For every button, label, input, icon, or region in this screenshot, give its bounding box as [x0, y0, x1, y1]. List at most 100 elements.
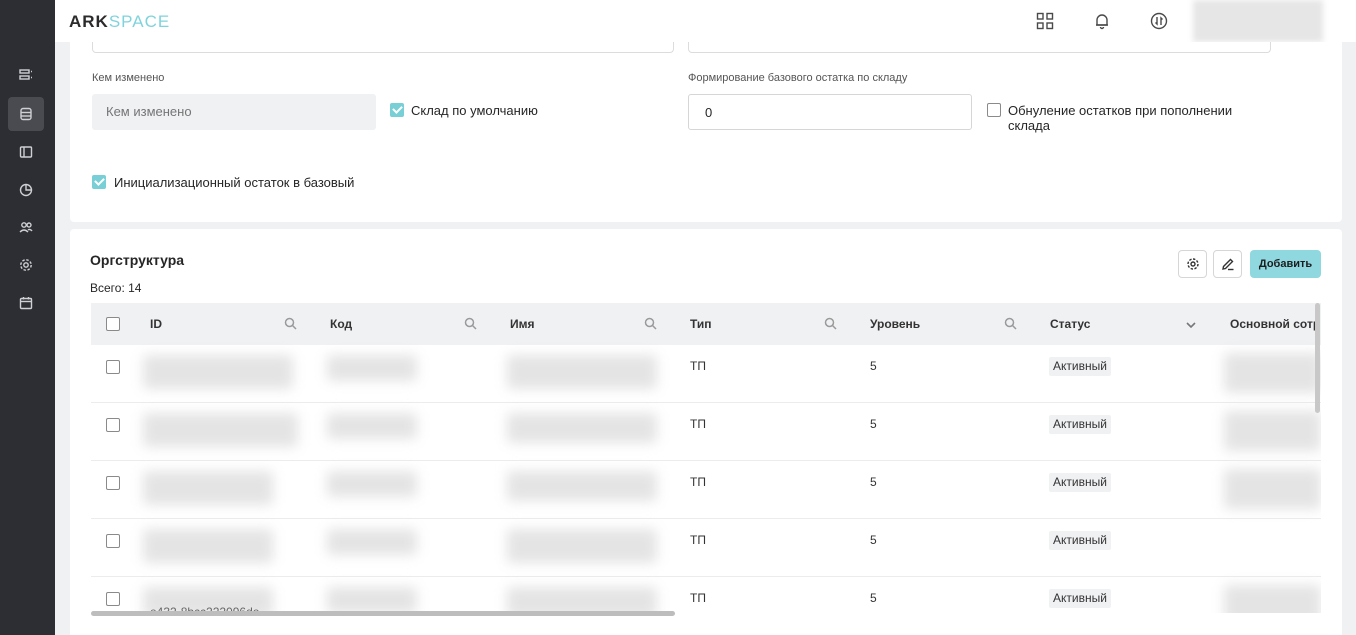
database-icon [20, 107, 32, 121]
total-count: Всего: 14 [90, 281, 142, 295]
cell-type: ТП [690, 417, 706, 431]
column-header-code[interactable]: Код [330, 303, 352, 345]
table-header: ID Код Имя Тип Уровень Статус Основной с… [91, 303, 1321, 345]
pencil-icon [1221, 258, 1233, 271]
gear-icon [20, 259, 32, 271]
table-row[interactable]: ТП 5 Активный [91, 577, 1321, 613]
orgstructure-table: ID Код Имя Тип Уровень Статус Основной с… [91, 303, 1321, 613]
status-badge: Активный [1049, 473, 1111, 492]
search-icon[interactable] [1004, 317, 1017, 330]
sync-icon [1150, 12, 1168, 30]
redacted-name [507, 413, 657, 443]
changed-by-input[interactable] [92, 94, 376, 130]
sidebar-item-layout[interactable] [8, 135, 44, 169]
select-all-checkbox[interactable] [106, 317, 120, 331]
cell-level: 5 [870, 417, 877, 431]
column-header-type[interactable]: Тип [690, 303, 712, 345]
redacted-id [143, 355, 293, 389]
row-checkbox[interactable] [106, 592, 120, 606]
reset-balance-label: Обнуление остатков при пополнении склада [1008, 103, 1233, 133]
cell-level: 5 [870, 359, 877, 373]
redacted-code [327, 413, 417, 439]
table-settings-button[interactable] [1178, 250, 1207, 278]
status-badge: Активный [1049, 589, 1111, 608]
edit-button[interactable] [1213, 250, 1242, 278]
sidebar-item-reports[interactable] [8, 173, 44, 207]
init-balance-checkbox[interactable] [92, 175, 106, 189]
default-warehouse-checkbox[interactable] [390, 103, 404, 117]
cell-level: 5 [870, 475, 877, 489]
users-icon [19, 222, 33, 233]
section-title: Оргструктура [90, 252, 185, 268]
status-badge: Активный [1049, 415, 1111, 434]
column-header-level[interactable]: Уровень [870, 303, 920, 345]
notifications-button[interactable] [1092, 11, 1112, 31]
sidebar-item-list[interactable] [8, 58, 44, 92]
search-icon[interactable] [824, 317, 837, 330]
column-header-name[interactable]: Имя [510, 303, 535, 345]
column-header-status[interactable]: Статус [1050, 303, 1090, 345]
logo-text-ark: ARK [69, 12, 109, 31]
orgstructure-card: Оргструктура Всего: 14 Добавить ID Код И… [70, 229, 1342, 635]
base-balance-label: Формирование базового остатка по складу [688, 72, 908, 84]
table-row[interactable]: ТП 5 Активный [91, 345, 1321, 403]
grid-icon [1036, 12, 1054, 30]
table-row[interactable]: ТП 5 Активный [91, 403, 1321, 461]
search-icon[interactable] [644, 317, 657, 330]
top-header: ARKSPACE [55, 0, 1356, 42]
layout-icon [19, 146, 33, 158]
vertical-scrollbar[interactable] [1315, 303, 1320, 413]
search-icon[interactable] [464, 317, 477, 330]
redacted-employee [1224, 585, 1321, 613]
redacted-code [327, 529, 417, 555]
redacted-id [143, 529, 273, 563]
redacted-code [327, 587, 417, 613]
cell-type: ТП [690, 359, 706, 373]
sidebar-item-database[interactable] [8, 97, 44, 131]
row-checkbox[interactable] [106, 418, 120, 432]
search-icon[interactable] [284, 317, 297, 330]
sidebar-item-users[interactable] [8, 210, 44, 244]
row-checkbox[interactable] [106, 360, 120, 374]
top-input-right[interactable] [688, 42, 1271, 53]
table-row[interactable]: ТП 5 Активный [91, 519, 1321, 577]
redacted-employee [1224, 411, 1321, 451]
sidebar [0, 0, 55, 635]
bell-icon [1096, 14, 1108, 30]
cell-type: ТП [690, 533, 706, 547]
changed-by-label: Кем изменено [92, 72, 165, 84]
user-profile[interactable] [1193, 0, 1323, 42]
redacted-code [327, 355, 417, 381]
add-button[interactable]: Добавить [1250, 250, 1321, 278]
logo-text-space: SPACE [108, 12, 171, 31]
column-header-main-employee[interactable]: Основной сотр [1230, 303, 1320, 345]
cell-type: ТП [690, 591, 706, 605]
redacted-name [507, 587, 657, 613]
apps-button[interactable] [1035, 11, 1055, 31]
redacted-name [507, 471, 657, 501]
top-input-left[interactable] [92, 42, 674, 53]
cell-level: 5 [870, 533, 877, 547]
sync-button[interactable] [1149, 11, 1169, 31]
redacted-employee [1224, 353, 1321, 393]
column-header-id[interactable]: ID [150, 303, 162, 345]
app-logo[interactable]: ARKSPACE [69, 12, 170, 32]
init-balance-label: Инициализационный остаток в базовый [114, 175, 355, 190]
calendar-icon [19, 297, 33, 310]
chevron-down-icon[interactable] [1185, 318, 1197, 330]
warehouse-form-card: Кем изменено Склад по умолчанию Формиров… [70, 42, 1342, 222]
gear-icon [1186, 258, 1199, 270]
sidebar-item-calendar[interactable] [8, 286, 44, 320]
status-badge: Активный [1049, 531, 1111, 550]
base-balance-input[interactable] [688, 94, 972, 130]
row-checkbox[interactable] [106, 534, 120, 548]
redacted-employee [1224, 469, 1321, 509]
table-row[interactable]: ТП 5 Активный [91, 461, 1321, 519]
cell-level: 5 [870, 591, 877, 605]
redacted-code [327, 471, 417, 497]
row-checkbox[interactable] [106, 476, 120, 490]
sidebar-item-settings[interactable] [8, 248, 44, 282]
reset-balance-checkbox[interactable] [987, 103, 1001, 117]
horizontal-scrollbar[interactable] [91, 611, 675, 616]
redacted-name [507, 529, 657, 563]
